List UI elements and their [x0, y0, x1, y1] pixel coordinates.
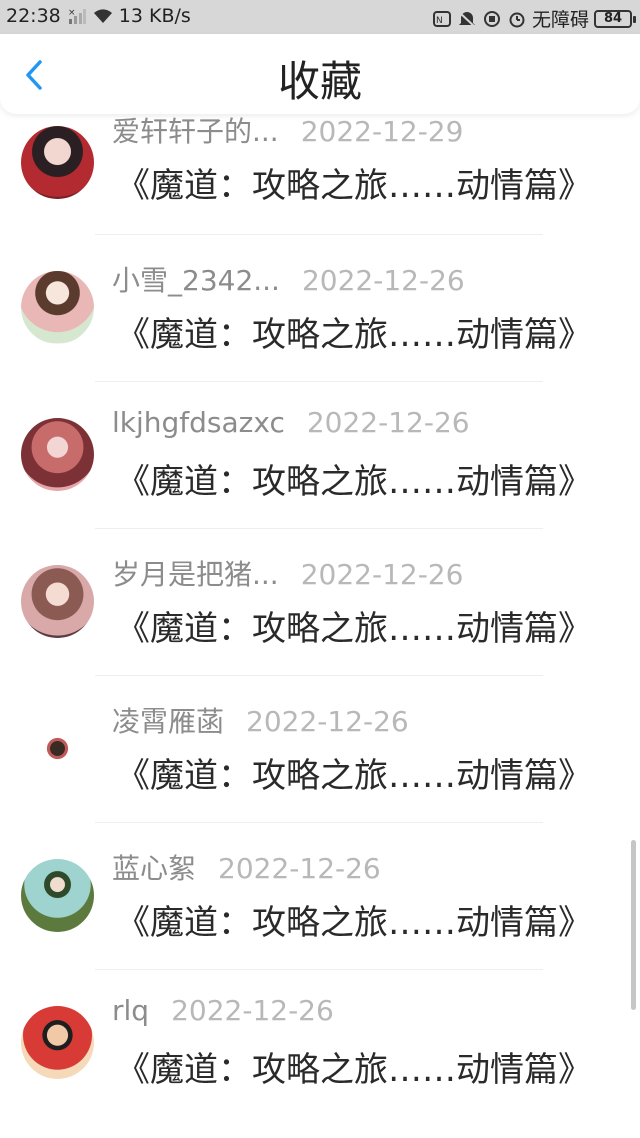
svg-text:×: × [68, 8, 76, 18]
list-item[interactable]: 凌霄雁菡 2022-12-26 《魔道：攻略之旅……动情篇》 [0, 696, 640, 843]
date: 2022-12-26 [306, 406, 470, 439]
avatar[interactable] [21, 859, 94, 932]
story-title[interactable]: 《魔道：攻略之旅……动情篇》 [116, 895, 592, 944]
story-title[interactable]: 《魔道：攻略之旅……动情篇》 [116, 748, 592, 797]
username[interactable]: rlq [112, 994, 149, 1027]
scrollbar[interactable] [631, 840, 636, 1010]
list-item[interactable]: 岁月是把猪... 2022-12-26 《魔道：攻略之旅……动情篇》 [0, 549, 640, 696]
date: 2022-12-26 [246, 705, 409, 738]
list-item[interactable]: rlq 2022-12-26 《魔道：攻略之旅……动情篇》 [0, 990, 640, 1137]
story-title[interactable]: 《魔道：攻略之旅……动情篇》 [116, 601, 592, 650]
network-speed: 13 KB/s [118, 5, 191, 27]
divider [95, 675, 543, 676]
story-title[interactable]: 《魔道：攻略之旅……动情篇》 [116, 1042, 592, 1091]
status-time: 22:38 [6, 5, 61, 27]
date: 2022-12-26 [171, 994, 334, 1027]
list-item[interactable]: 小雪_2342... 2022-12-26 《魔道：攻略之旅……动情篇》 [0, 255, 640, 402]
favorites-list[interactable]: 爱轩轩子的... 2022-12-29 《魔道：攻略之旅……动情篇》 小雪_23… [0, 114, 640, 1138]
divider [95, 528, 543, 529]
list-item[interactable]: 爱轩轩子的... 2022-12-29 《魔道：攻略之旅……动情篇》 [0, 114, 640, 255]
date: 2022-12-26 [300, 558, 464, 591]
list-item[interactable]: lkjhgfdsazxc 2022-12-26 《魔道：攻略之旅……动情篇》 [0, 402, 640, 549]
avatar[interactable] [21, 565, 94, 638]
battery-icon: 84 [594, 9, 636, 28]
svg-text:N: N [436, 16, 443, 26]
username[interactable]: 凌霄雁菡 [112, 700, 224, 740]
battery-level: 84 [603, 11, 623, 26]
story-title[interactable]: 《魔道：攻略之旅……动情篇》 [116, 307, 592, 356]
avatar[interactable] [21, 418, 94, 491]
nfc-icon: N [432, 10, 451, 27]
avatar[interactable] [21, 126, 94, 199]
date: 2022-12-26 [301, 264, 465, 297]
divider [95, 381, 543, 382]
wifi-icon [93, 9, 112, 23]
username[interactable]: 蓝心絮 [112, 847, 196, 887]
avatar[interactable] [21, 271, 94, 344]
date: 2022-12-26 [218, 852, 381, 885]
username[interactable]: 爱轩轩子的... [112, 114, 279, 150]
avatar[interactable] [21, 1006, 94, 1079]
list-item[interactable]: 蓝心絮 2022-12-26 《魔道：攻略之旅……动情篇》 [0, 843, 640, 990]
divider [95, 822, 543, 823]
no-signal-icon: × [68, 8, 86, 24]
alarm-icon [509, 12, 525, 27]
username[interactable]: 小雪_2342... [112, 259, 280, 299]
divider [95, 234, 543, 235]
story-title[interactable]: 《魔道：攻略之旅……动情篇》 [116, 454, 592, 503]
page-title: 收藏 [277, 57, 362, 106]
data-saver-icon [483, 10, 500, 27]
username[interactable]: 岁月是把猪... [112, 553, 279, 593]
username[interactable]: lkjhgfdsazxc [112, 406, 285, 439]
avatar[interactable] [21, 712, 94, 785]
divider [95, 969, 543, 970]
status-bar: 22:38 × 13 KB/s N 无障碍 84 [0, 0, 640, 34]
date: 2022-12-29 [300, 115, 464, 148]
carrier-label: 无障碍 [531, 9, 589, 31]
mute-icon [458, 10, 476, 28]
story-title[interactable]: 《魔道：攻略之旅……动情篇》 [116, 158, 592, 207]
header: 收藏 [0, 34, 640, 114]
